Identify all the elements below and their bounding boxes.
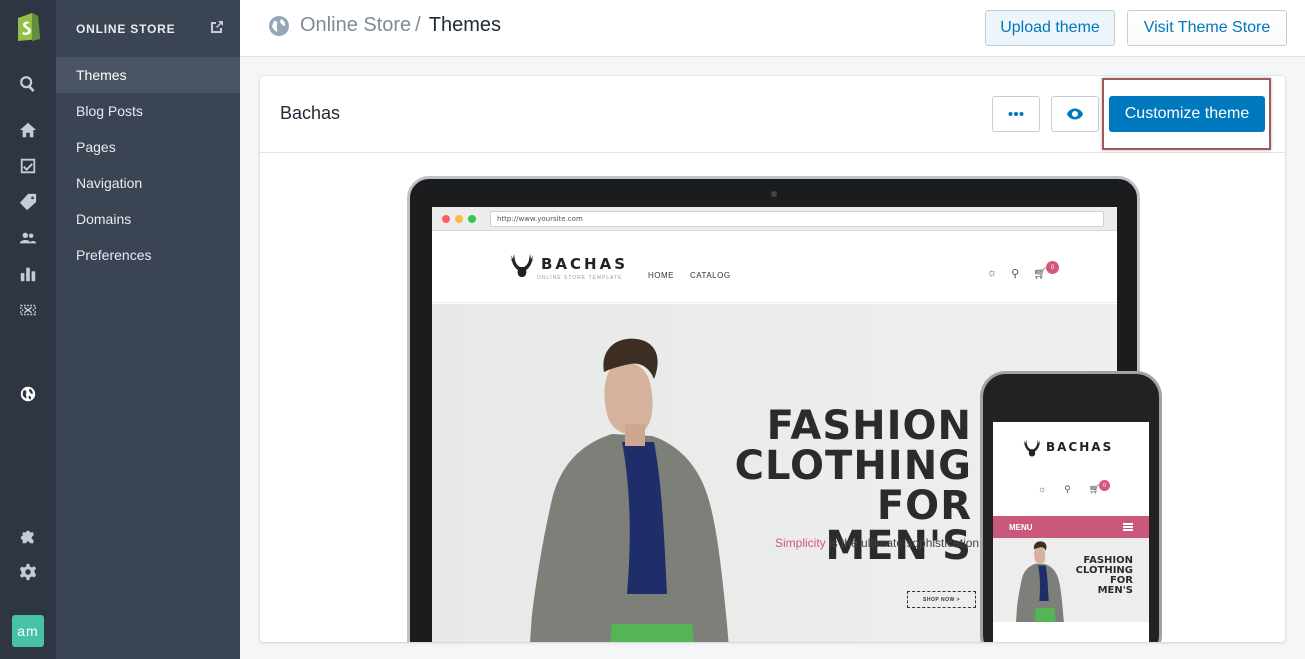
sidebar-header: ONLINE STORE [56, 0, 240, 57]
mock-mobile-icons: ☼ ⚲ 🛒︎ [1038, 484, 1100, 495]
mock-header-icons: ☼ ⚲ 🛒︎ [987, 267, 1047, 280]
theme-name: Bachas [280, 103, 341, 123]
sidebar-item-navigation[interactable]: Navigation [56, 165, 240, 201]
external-link-icon[interactable] [210, 20, 224, 34]
mock-mobile-menu-label: MENU [1009, 522, 1033, 532]
mock-cart-icon: 🛒︎ [1033, 268, 1048, 280]
mock-nav-catalog: CATALOG [690, 271, 731, 280]
breadcrumb-online-store[interactable]: Online Store [300, 14, 411, 37]
mock-hero-line-1: FASHION [766, 403, 972, 449]
mock-mobile-brand-name: BACHAS [1046, 440, 1114, 454]
mock-brand-tagline: ONLINE STORE TEMPLATE [537, 275, 623, 281]
mock-shop-now-button: SHOP NOW > [907, 591, 976, 608]
mock-hero-sub-accent: Simplicity [775, 536, 826, 550]
mock-cart-badge: 0 [1046, 261, 1059, 274]
upload-theme-button[interactable]: Upload theme [985, 10, 1115, 46]
mock-mobile-menu-bar: MENU [993, 516, 1149, 538]
page-title: Themes [428, 14, 501, 36]
more-actions-button[interactable] [992, 96, 1040, 132]
mock-mobile-search-icon: ⚲ [1064, 484, 1071, 494]
home-icon[interactable] [18, 120, 38, 140]
mock-mobile-cart-badge: 0 [1099, 480, 1110, 491]
online-store-icon[interactable] [18, 384, 38, 404]
theme-card-header: Bachas Customize theme [260, 76, 1285, 153]
online-store-sidebar: ONLINE STORE Themes Blog Posts Pages Nav… [56, 0, 240, 659]
sidebar-title: ONLINE STORE [76, 21, 176, 36]
mock-hero-sub-rest: is the ultimate sophistication [825, 536, 980, 550]
mock-brand-logo: BACHAS ONLINE STORE TEMPLATE [507, 249, 629, 281]
laptop-camera [771, 191, 777, 197]
search-icon[interactable] [18, 74, 38, 94]
sidebar-item-domains[interactable]: Domains [56, 201, 240, 237]
avatar[interactable]: am [12, 615, 44, 647]
mock-mobile-hero: FASHION CLOTHING FOR MEN'S [993, 538, 1149, 622]
maximize-dot-icon [468, 215, 476, 223]
mock-url-bar: http://www.yoursite.com [490, 211, 1104, 227]
breadcrumb: Online Store / Themes [268, 14, 501, 37]
shopify-logo-icon[interactable] [14, 10, 42, 42]
icon-rail: am [0, 0, 56, 659]
mock-mobile-model-photo [1016, 541, 1064, 622]
mock-hero-subtitle: Simplicity is the ultimate sophisticatio… [775, 536, 979, 550]
mock-mobile-brand: BACHAS [1021, 436, 1113, 458]
ellipsis-icon [1007, 105, 1025, 123]
breadcrumb-separator: / [415, 14, 421, 36]
apps-icon[interactable] [18, 526, 38, 546]
sidebar-item-pages[interactable]: Pages [56, 129, 240, 165]
top-bar: Online Store / Themes Upload theme Visit… [240, 0, 1305, 57]
mock-mobile-line-3: FOR MEN'S [1097, 575, 1133, 596]
deer-antler-icon [1023, 439, 1041, 457]
mock-mobile-settings-icon: ☼ [1038, 484, 1047, 494]
discounts-icon[interactable] [18, 300, 38, 320]
preview-theme-button[interactable] [1051, 96, 1099, 132]
sidebar-item-themes[interactable]: Themes [56, 57, 240, 93]
sidebar-item-preferences[interactable]: Preferences [56, 237, 240, 273]
orders-icon[interactable] [18, 156, 38, 176]
mock-settings-icon: ☼ [987, 267, 998, 279]
mock-browser-bar: http://www.yoursite.com [432, 207, 1117, 231]
minimize-dot-icon [455, 215, 463, 223]
mock-search-icon: ⚲ [1011, 268, 1020, 280]
hamburger-icon [1123, 523, 1133, 531]
mock-nav-home: HOME [648, 271, 674, 280]
deer-antler-icon [510, 254, 534, 277]
products-icon[interactable] [18, 192, 38, 212]
mock-mobile-headline: FASHION CLOTHING FOR MEN'S [1073, 556, 1133, 596]
phone-mockup: BACHAS ☼ ⚲ 🛒︎ 0 MENU FASHION CLOTHING FO… [980, 371, 1162, 642]
close-dot-icon [442, 215, 450, 223]
customize-theme-button[interactable]: Customize theme [1109, 96, 1265, 132]
theme-preview-image: http://www.yoursite.com BACHAS ONLINE ST… [260, 154, 1285, 642]
mock-site-header: BACHAS ONLINE STORE TEMPLATE HOME CATALO… [432, 231, 1117, 303]
sidebar-item-blog-posts[interactable]: Blog Posts [56, 93, 240, 129]
reports-icon[interactable] [18, 264, 38, 284]
eye-icon [1066, 105, 1084, 123]
current-theme-card: Bachas Customize theme http://www.yoursi… [260, 76, 1285, 642]
mock-hero-line-3: FOR MEN'S [825, 483, 972, 569]
mock-brand-name: BACHAS [541, 255, 629, 273]
model-photo [530, 338, 729, 642]
online-store-globe-icon [268, 15, 290, 37]
mock-hero-line-2: CLOTHING [734, 443, 972, 489]
phone-screen: BACHAS ☼ ⚲ 🛒︎ 0 MENU FASHION CLOTHING FO… [993, 422, 1149, 642]
customers-icon[interactable] [18, 228, 38, 248]
settings-icon[interactable] [18, 562, 38, 582]
visit-theme-store-button[interactable]: Visit Theme Store [1127, 10, 1287, 46]
